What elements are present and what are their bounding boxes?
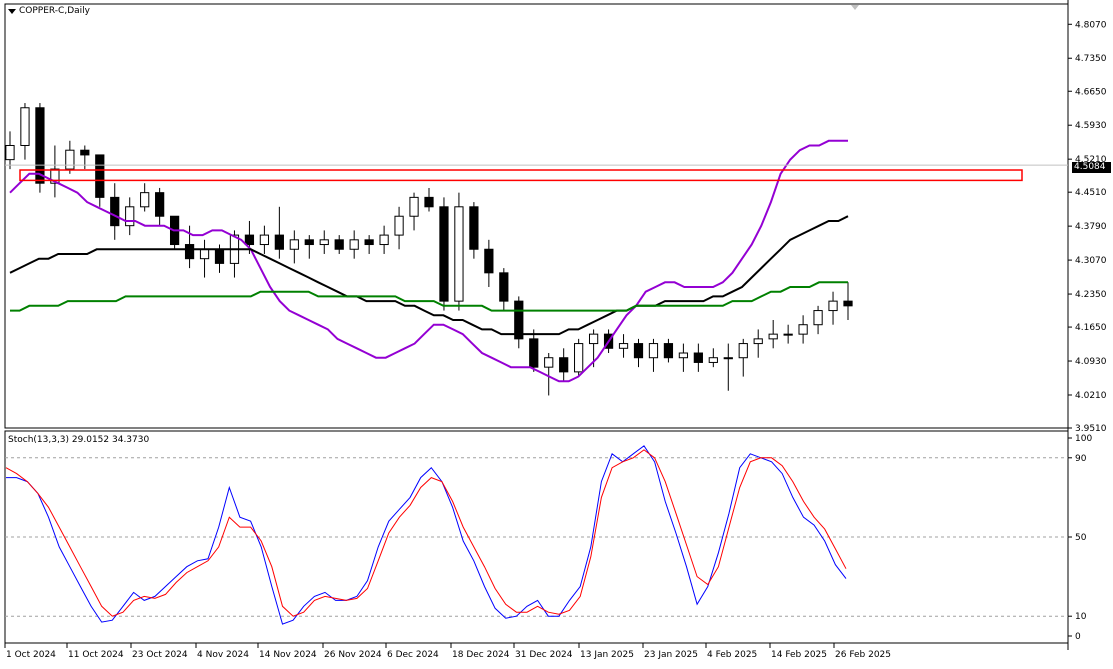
candle-bullish	[259, 234, 270, 246]
candle-bullish	[65, 149, 75, 170]
candle-bearish	[559, 357, 569, 373]
candle-bearish	[469, 206, 479, 250]
time-tick-label: 18 Dec 2024	[452, 650, 510, 660]
price-tick-label: 4.4510	[1075, 188, 1107, 198]
price-tick-label: 4.5930	[1075, 121, 1107, 131]
stoch-tick-label: 0	[1075, 632, 1081, 642]
candle-bullish	[828, 300, 838, 312]
candle-bearish	[95, 154, 105, 198]
candle-bearish	[244, 234, 255, 246]
price-tick-label: 4.1650	[1075, 323, 1107, 333]
candle-bearish	[35, 107, 45, 184]
candle-bullish	[289, 239, 299, 250]
candle-bearish	[693, 352, 703, 363]
time-tick-label: 11 Oct 2024	[68, 650, 124, 660]
time-tick-label: 23 Oct 2024	[132, 650, 188, 660]
indicator-label: Stoch(13,3,3) 29.0152 34.3730	[8, 435, 150, 445]
candle-bullish	[753, 338, 763, 345]
price-tick-label: 4.6650	[1075, 87, 1107, 97]
candle-bullish	[798, 324, 808, 335]
price-tick-label: 4.7350	[1075, 54, 1107, 64]
candle-bullish	[125, 206, 135, 227]
stoch-tick-label: 10	[1075, 612, 1087, 622]
stochastic-panel-frame	[4, 430, 1069, 644]
price-tick-label: 3.9510	[1075, 424, 1107, 434]
candle-bullish	[349, 239, 359, 250]
time-tick-label: 26 Feb 2025	[835, 650, 891, 660]
last-price-tag: 4.5084	[1072, 162, 1111, 173]
price-tick-label: 4.8070	[1075, 20, 1107, 30]
candle-bearish	[529, 338, 539, 368]
time-tick-label: 31 Dec 2024	[515, 650, 573, 660]
chart-window[interactable]: 4.8070 4.7350 4.6650 4.5930 4.5210 4.4510 4.37…	[0, 0, 1113, 666]
candle-bullish	[544, 357, 554, 368]
candle-bullish	[813, 310, 823, 326]
candle-bullish	[768, 333, 778, 340]
candle-bullish	[618, 343, 629, 349]
price-tick-label: 4.0930	[1075, 357, 1107, 367]
candle-bearish	[80, 149, 90, 156]
candle-bullish	[319, 239, 329, 246]
candle-bullish	[738, 343, 748, 359]
candle-bullish	[648, 343, 659, 359]
candle-bullish	[394, 215, 404, 236]
candle-bearish	[364, 239, 374, 246]
candle-bullish	[140, 192, 150, 208]
candle-bullish	[588, 333, 599, 345]
candle-bearish	[484, 248, 494, 274]
candle-bearish	[214, 248, 225, 264]
candle-bullish	[454, 206, 464, 302]
price-tick-label: 4.0210	[1075, 391, 1107, 401]
candle-bearish	[663, 343, 674, 359]
time-tick-label: 1 Oct 2024	[6, 650, 56, 660]
candle-bullish	[5, 144, 15, 161]
candle-bullish	[678, 352, 689, 359]
candle-bullish	[20, 107, 30, 146]
candle-bearish	[334, 239, 344, 250]
candle-bearish	[499, 272, 509, 302]
time-tick-label: 4 Nov 2024	[197, 650, 249, 660]
time-tick-label: 14 Nov 2024	[259, 650, 317, 660]
stoch-tick-label: 90	[1075, 454, 1087, 464]
candle-bearish	[184, 244, 195, 260]
symbol-label: COPPER-C,Daily	[19, 6, 90, 16]
time-tick-label: 6 Dec 2024	[387, 650, 439, 660]
stoch-tick-label: 100	[1075, 434, 1092, 444]
dropdown-triangle-icon[interactable]	[8, 8, 16, 14]
candle-bullish	[409, 196, 419, 217]
time-tick-label: 13 Jan 2025	[580, 650, 634, 660]
time-tick-label: 23 Jan 2025	[644, 650, 698, 660]
price-tick-label: 4.3790	[1075, 222, 1107, 232]
candle-bearish	[439, 206, 449, 302]
candle-bullish	[574, 343, 584, 373]
time-tick-label: 26 Nov 2024	[324, 650, 382, 660]
candle-bearish	[155, 192, 165, 217]
candle-bullish	[783, 333, 793, 336]
candle-bearish	[274, 234, 284, 250]
candle-bearish	[633, 343, 644, 359]
symbol-header: COPPER-C,Daily	[8, 6, 90, 16]
candle-bearish	[110, 196, 120, 227]
chart-canvas[interactable]: 4.80704.73504.66504.59304.52104.45104.37…	[0, 0, 1113, 666]
price-tick-label: 4.2350	[1075, 290, 1107, 300]
candle-bullish	[708, 357, 718, 363]
candle-bullish	[199, 248, 210, 260]
stoch-tick-label: 50	[1075, 533, 1087, 543]
candle-bullish	[723, 357, 733, 360]
candle-bearish	[304, 239, 314, 246]
candle-bearish	[424, 196, 434, 208]
candle-bearish	[843, 300, 853, 307]
candle-bullish	[379, 234, 389, 246]
time-tick-label: 14 Feb 2025	[771, 650, 827, 660]
time-tick-label: 4 Feb 2025	[707, 650, 757, 660]
price-tick-label: 4.3070	[1075, 256, 1107, 266]
